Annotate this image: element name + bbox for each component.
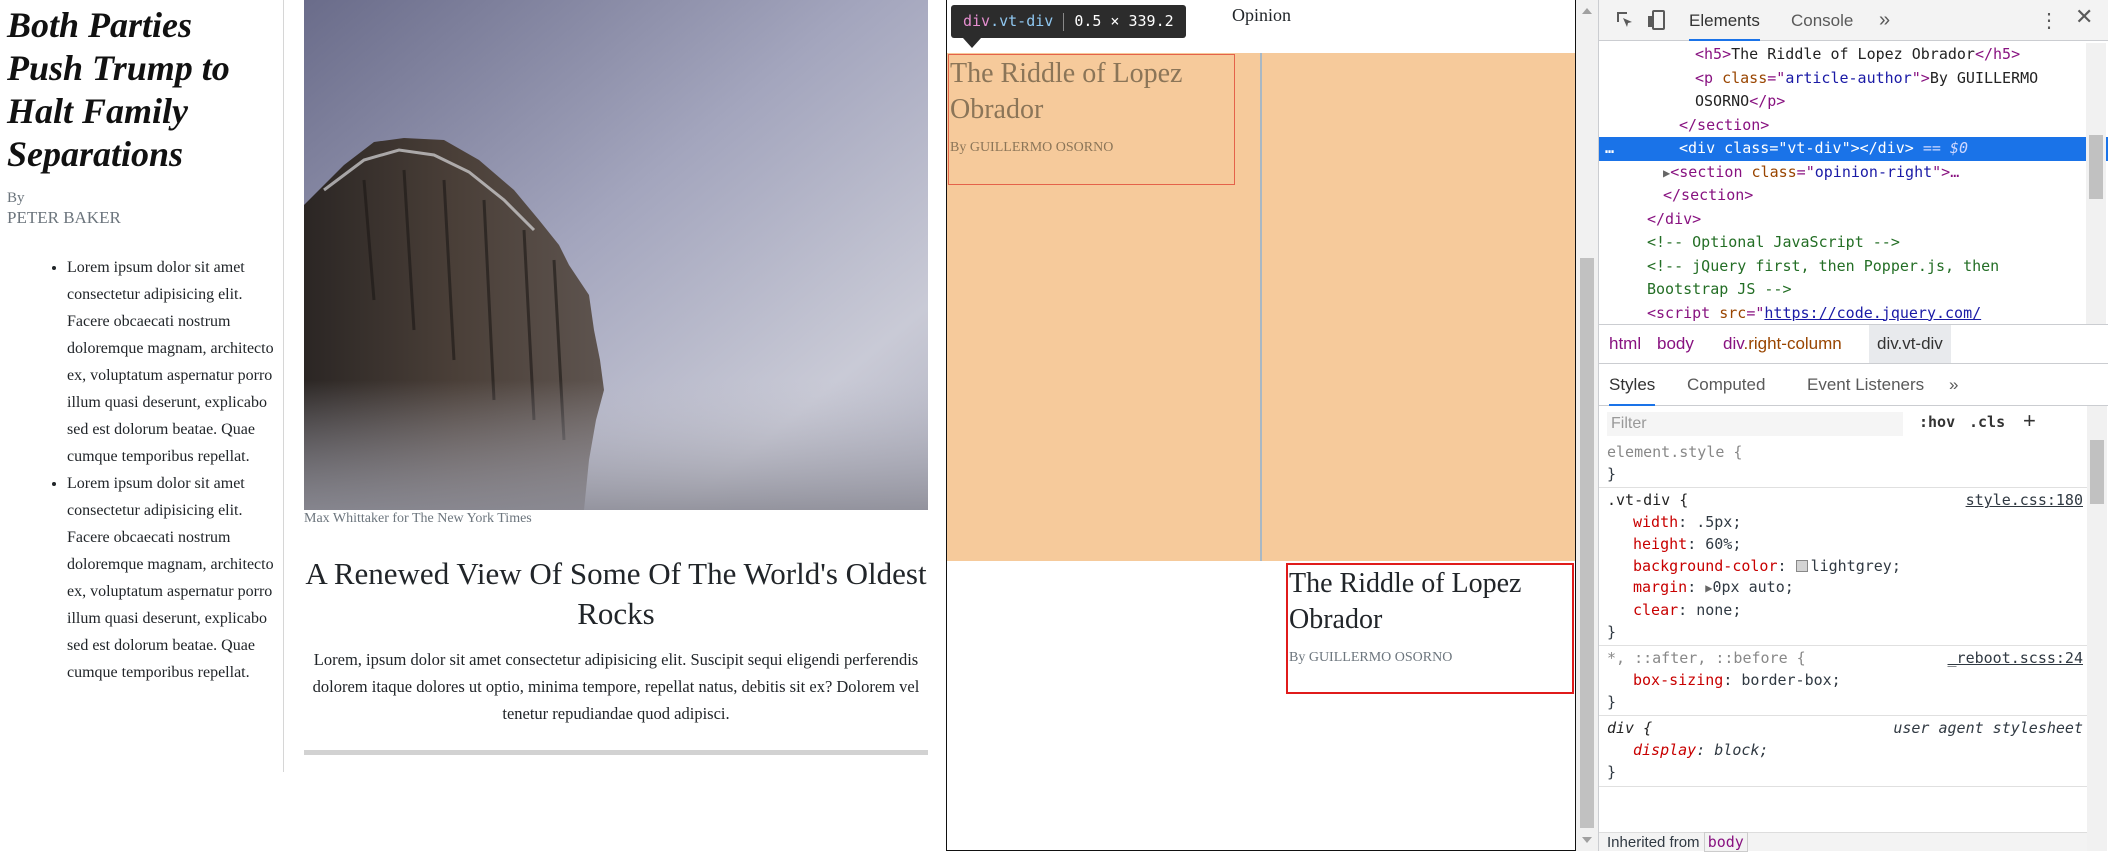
rule-div-user-agent[interactable]: div { user agent stylesheet display: blo… bbox=[1599, 716, 2087, 787]
tab-computed[interactable]: Computed bbox=[1687, 364, 1765, 406]
list-item: Lorem ipsum dolor sit amet consectetur a… bbox=[67, 470, 287, 686]
tooltip-class: .vt-div bbox=[990, 12, 1054, 30]
tooltip-tag: div bbox=[963, 12, 991, 30]
css-declaration[interactable]: clear: none; bbox=[1607, 600, 2087, 622]
inspect-tooltip: div.vt-div 0.5 × 339.2 bbox=[951, 5, 1186, 38]
breadcrumb-vt-div[interactable]: div.vt-div bbox=[1869, 325, 1951, 363]
styles-tabbar: Styles Computed Event Listeners » bbox=[1599, 364, 2108, 406]
breadcrumb-right-column[interactable]: div.right-column bbox=[1723, 325, 1842, 363]
tab-console[interactable]: Console bbox=[1791, 0, 1853, 41]
dom-node[interactable]: <h5>The Riddle of Lopez Obrador</h5> bbox=[1599, 43, 2108, 67]
rule-universal[interactable]: *, ::after, ::before { _reboot.scss:24 b… bbox=[1599, 646, 2087, 717]
css-declaration[interactable]: height: 60%; bbox=[1607, 534, 2087, 556]
opinion-author: By GUILLERMO OSORNO bbox=[950, 140, 1114, 155]
devtools-toolbar: Elements Console » ⋮ ✕ bbox=[1599, 0, 2108, 41]
feature-summary: Lorem, ipsum dolor sit amet consectetur … bbox=[312, 650, 920, 723]
tab-event-listeners[interactable]: Event Listeners bbox=[1807, 364, 1924, 406]
styles-filter-row: :hov .cls + bbox=[1599, 406, 2108, 440]
css-declaration[interactable]: margin: ▶0px auto; bbox=[1607, 577, 2087, 600]
css-declaration[interactable]: width: .5px; bbox=[1607, 512, 2087, 534]
opinion-title[interactable]: The Riddle of Lopez Obrador bbox=[949, 55, 1234, 128]
tab-elements[interactable]: Elements bbox=[1689, 0, 1760, 41]
element-highlight-content bbox=[1260, 53, 1262, 561]
left-column: Both Parties Push Trump to Halt Family S… bbox=[0, 0, 284, 772]
scroll-down-icon[interactable] bbox=[1582, 837, 1592, 843]
cliff-photo-image bbox=[304, 0, 928, 510]
dom-node[interactable]: </div> bbox=[1599, 208, 2108, 232]
new-rule-button[interactable]: + bbox=[2023, 408, 2036, 434]
divider bbox=[304, 750, 928, 755]
opinion-title[interactable]: The Riddle of Lopez Obrador bbox=[1288, 565, 1572, 638]
tab-styles[interactable]: Styles bbox=[1609, 364, 1656, 406]
byline-label: By bbox=[7, 190, 25, 206]
tooltip-size: 0.5 × 339.2 bbox=[1074, 12, 1174, 30]
dom-comment[interactable]: <!-- jQuery first, then Popper.js, then bbox=[1599, 255, 2108, 279]
opinion-card-left[interactable]: The Riddle of Lopez Obrador By GUILLERMO… bbox=[948, 54, 1235, 185]
rule-vt-div[interactable]: .vt-div { style.css:180 width: .5px; hei… bbox=[1599, 488, 2087, 647]
breadcrumb: html body div.right-column div.vt-div bbox=[1599, 324, 2108, 364]
scrollbar-thumb[interactable] bbox=[2089, 135, 2103, 199]
rule-source-link[interactable]: style.css:180 bbox=[1966, 490, 2083, 512]
ellipsis-icon[interactable]: … bbox=[1605, 137, 1614, 161]
more-tabs-icon[interactable]: » bbox=[1949, 364, 1958, 406]
scrollbar-thumb[interactable] bbox=[1580, 258, 1594, 828]
device-toolbar-icon[interactable] bbox=[1647, 10, 1667, 30]
photo-caption: Max Whittaker for The New York Times bbox=[304, 511, 532, 526]
opinion-author: By GUILLERMO OSORNO bbox=[1289, 650, 1453, 665]
close-icon[interactable]: ✕ bbox=[2075, 4, 2093, 30]
rule-source-link[interactable]: _reboot.scss:24 bbox=[1948, 648, 2083, 670]
scrollbar-thumb[interactable] bbox=[2090, 440, 2104, 504]
breadcrumb-html[interactable]: html bbox=[1609, 325, 1641, 363]
feature-photo[interactable] bbox=[304, 0, 928, 510]
dom-node[interactable]: OSORNO</p> bbox=[1599, 90, 2108, 114]
rule-source-label: user agent stylesheet bbox=[1893, 719, 2083, 738]
hover-state-button[interactable]: :hov bbox=[1919, 413, 1955, 431]
tooltip-arrow bbox=[963, 38, 981, 48]
dom-node[interactable]: <script src="https://code.jquery.com/ bbox=[1599, 302, 2108, 324]
kebab-menu-icon[interactable]: ⋮ bbox=[2039, 8, 2059, 33]
scroll-up-icon[interactable] bbox=[1582, 8, 1592, 14]
dom-node[interactable]: ▶<section class="opinion-right">… bbox=[1599, 161, 2108, 185]
rule-element-style[interactable]: element.style { } bbox=[1599, 440, 2087, 489]
dom-tree: <h5>The Riddle of Lopez Obrador</h5> <p … bbox=[1599, 43, 2108, 323]
dom-node[interactable]: </section> bbox=[1599, 114, 2108, 138]
dom-scrollbar[interactable] bbox=[2086, 43, 2106, 324]
dom-node[interactable]: <p class="article-author">By GUILLERMO bbox=[1599, 67, 2108, 91]
opinion-section-label: Opinion bbox=[1232, 5, 1292, 25]
dom-node-selected[interactable]: … <div class="vt-div"></div> == $0 bbox=[1599, 137, 2108, 161]
styles-scrollbar[interactable] bbox=[2087, 406, 2107, 851]
more-tabs-icon[interactable]: » bbox=[1879, 0, 1890, 40]
color-swatch-icon[interactable] bbox=[1795, 559, 1808, 572]
opinion-card-right[interactable]: The Riddle of Lopez Obrador By GUILLERMO… bbox=[1286, 563, 1574, 694]
css-declaration[interactable]: box-sizing: border-box; bbox=[1607, 670, 2087, 692]
styles-filter-input[interactable] bbox=[1607, 412, 1903, 436]
article-bullets: Lorem ipsum dolor sit amet consectetur a… bbox=[25, 254, 287, 686]
rule-selector: element.style { bbox=[1607, 443, 1743, 461]
devtools-panel: Elements Console » ⋮ ✕ <h5>The Riddle of… bbox=[1598, 0, 2108, 852]
script-link[interactable]: https://code.jquery.com/ bbox=[1764, 304, 1981, 322]
dom-comment[interactable]: Bootstrap JS --> bbox=[1599, 278, 2108, 302]
css-declaration: display: block; bbox=[1633, 741, 1769, 760]
dom-comment[interactable]: <!-- Optional JavaScript --> bbox=[1599, 231, 2108, 255]
article-headline[interactable]: Both Parties Push Trump to Halt Family S… bbox=[7, 4, 277, 176]
byline-author: PETER BAKER bbox=[7, 208, 121, 227]
page-scrollbar[interactable] bbox=[1576, 0, 1598, 851]
inherited-from-bar: Inherited from body bbox=[1599, 832, 2087, 852]
breadcrumb-body[interactable]: body bbox=[1657, 325, 1694, 363]
css-declaration[interactable]: background-color: lightgrey; bbox=[1607, 556, 2087, 578]
dom-node[interactable]: </section> bbox=[1599, 184, 2108, 208]
inspect-element-icon[interactable] bbox=[1615, 10, 1635, 30]
feature-title[interactable]: A Renewed View Of Some Of The World's Ol… bbox=[304, 554, 928, 634]
inherited-tag[interactable]: body bbox=[1703, 832, 1748, 852]
class-toggle-button[interactable]: .cls bbox=[1969, 413, 2005, 431]
list-item: Lorem ipsum dolor sit amet consectetur a… bbox=[67, 254, 287, 470]
style-rules: element.style { } .vt-div { style.css:18… bbox=[1599, 440, 2087, 851]
